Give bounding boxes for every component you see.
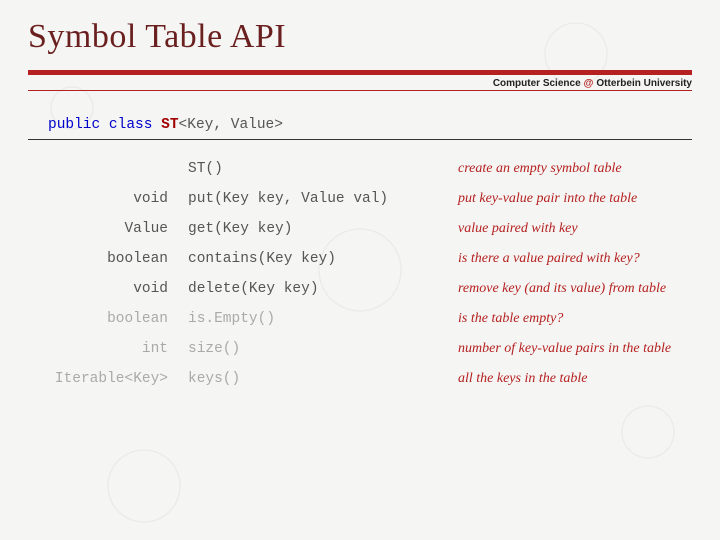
page-title: Symbol Table API xyxy=(28,18,692,56)
generic-params: <Key, Value> xyxy=(179,117,283,133)
method-signature: put(Key key, Value val) xyxy=(188,191,438,207)
api-table: public class ST<Key, Value> ST() create a… xyxy=(28,111,692,394)
return-type: void xyxy=(28,191,178,207)
slide-content: Symbol Table API Computer Science @ Otte… xyxy=(0,0,720,412)
api-row: ST() create an empty symbol table xyxy=(28,154,692,184)
method-description: put key-value pair into the table xyxy=(448,191,692,207)
method-signature: is.Empty() xyxy=(188,311,438,327)
divider-thin xyxy=(28,90,692,91)
method-description: all the keys in the table xyxy=(448,371,692,387)
method-signature: size() xyxy=(188,341,438,357)
class-declaration: public class ST<Key, Value> xyxy=(28,111,692,140)
method-signature: ST() xyxy=(188,161,438,177)
class-name: ST xyxy=(161,117,178,133)
method-description: remove key (and its value) from table xyxy=(448,281,692,297)
api-row: boolean contains(Key key) is there a value… xyxy=(28,244,692,274)
at-icon: @ xyxy=(581,78,597,89)
return-type: void xyxy=(28,281,178,297)
api-row: Value get(Key key) value paired with key xyxy=(28,214,692,244)
method-signature: contains(Key key) xyxy=(188,251,438,267)
subheader-left: Computer Science xyxy=(493,78,581,89)
subheader-right: Otterbein University xyxy=(596,78,692,89)
return-type: int xyxy=(28,341,178,357)
api-row: Iterable<Key> keys() all the keys in the t… xyxy=(28,364,692,394)
keyword-class: class xyxy=(109,117,153,133)
method-description: is there a value paired with key? xyxy=(448,251,692,267)
method-description: is the table empty? xyxy=(448,311,692,327)
divider-thick xyxy=(28,70,692,75)
return-type: boolean xyxy=(28,251,178,267)
method-signature: keys() xyxy=(188,371,438,387)
subheader: Computer Science @ Otterbein University xyxy=(28,77,692,90)
method-description: value paired with key xyxy=(448,221,692,237)
return-type: boolean xyxy=(28,311,178,327)
keyword-public: public xyxy=(48,117,100,133)
method-description: create an empty symbol table xyxy=(448,161,692,177)
method-signature: get(Key key) xyxy=(188,221,438,237)
method-signature: delete(Key key) xyxy=(188,281,438,297)
api-row: void delete(Key key) remove key (and its v… xyxy=(28,274,692,304)
api-row: void put(Key key, Value val) put key-value… xyxy=(28,184,692,214)
api-rows: ST() create an empty symbol table void put(… xyxy=(28,154,692,394)
return-type: Iterable<Key> xyxy=(28,371,178,387)
return-type: Value xyxy=(28,221,178,237)
method-description: number of key-value pairs in the table xyxy=(448,341,692,357)
api-row: boolean is.Empty() is the table empty? xyxy=(28,304,692,334)
api-row: int size() number of key-value pairs in th… xyxy=(28,334,692,364)
